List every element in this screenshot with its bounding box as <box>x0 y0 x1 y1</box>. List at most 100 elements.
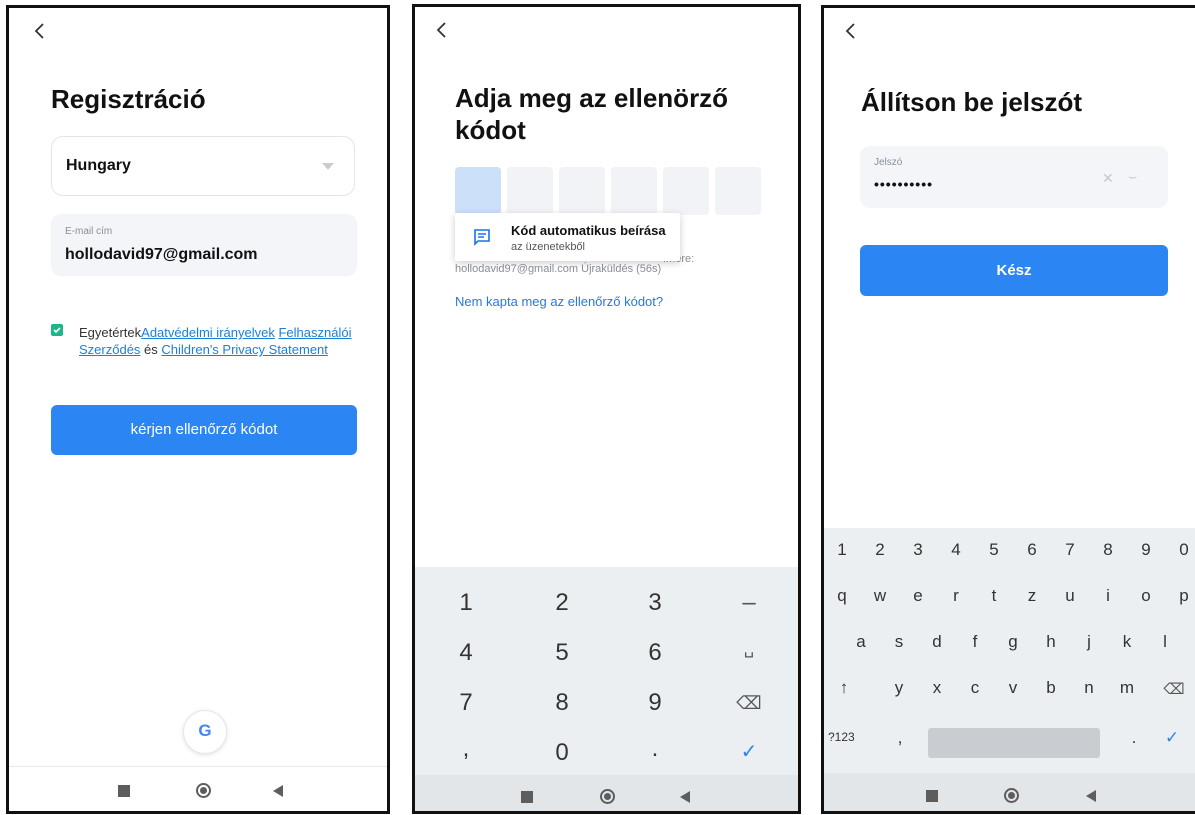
key-s[interactable]: s <box>885 632 913 652</box>
back-nav-icon[interactable] <box>273 785 283 797</box>
space-key[interactable] <box>928 728 1100 758</box>
password-field[interactable]: Jelszó •••••••••• ✕ ⌣ <box>860 146 1168 208</box>
key-e[interactable]: e <box>904 586 932 606</box>
home-icon[interactable] <box>196 783 211 798</box>
code-digit-3[interactable] <box>559 167 605 215</box>
agree-prefix: Egyetértek <box>79 325 142 340</box>
key-3[interactable]: 3 <box>904 540 932 560</box>
key-2[interactable]: 2 <box>532 589 592 617</box>
recents-icon[interactable] <box>118 785 130 797</box>
autofill-suggestion[interactable]: Kód automatikus beírása az üzenetekből <box>455 213 680 261</box>
key-6[interactable]: 6 <box>625 639 685 667</box>
key-8[interactable]: 8 <box>1094 540 1122 560</box>
key-c[interactable]: c <box>961 678 989 698</box>
key-u[interactable]: u <box>1056 586 1084 606</box>
key-7[interactable]: 7 <box>436 689 496 717</box>
key-y[interactable]: y <box>885 678 913 698</box>
key-9[interactable]: 9 <box>1132 540 1160 560</box>
backspace-icon[interactable]: ⌫ <box>1160 680 1188 698</box>
email-label: E-mail cím <box>65 226 113 237</box>
password-value: •••••••••• <box>874 176 934 192</box>
key-a[interactable]: a <box>847 632 875 652</box>
back-icon[interactable] <box>29 20 51 42</box>
children-privacy-link[interactable]: Children's Privacy Statement <box>161 342 328 357</box>
key-7[interactable]: 7 <box>1056 540 1084 560</box>
verification-screen: Adja meg az ellenörző kódot ímére: hollo… <box>412 4 801 814</box>
confirm-key[interactable]: ✓ <box>719 739 779 764</box>
done-button[interactable]: Kész <box>860 245 1168 296</box>
key-comma[interactable]: , <box>886 728 914 748</box>
key-h[interactable]: h <box>1037 632 1065 652</box>
key-j[interactable]: j <box>1075 632 1103 652</box>
key-1[interactable]: 1 <box>436 589 496 617</box>
key-3[interactable]: 3 <box>625 589 685 617</box>
home-icon[interactable] <box>1004 788 1019 803</box>
key-5[interactable]: 5 <box>532 639 592 667</box>
key-8[interactable]: 8 <box>532 689 592 717</box>
code-digit-1[interactable] <box>455 167 501 215</box>
key-l[interactable]: l <box>1151 632 1179 652</box>
key-r[interactable]: r <box>942 586 970 606</box>
key-b[interactable]: b <box>1037 678 1065 698</box>
key-f[interactable]: f <box>961 632 989 652</box>
key-period[interactable]: . <box>1120 728 1148 748</box>
confirm-icon[interactable]: ✓ <box>1158 728 1186 748</box>
back-nav-icon[interactable] <box>1086 790 1096 802</box>
page-title: Regisztráció <box>51 84 206 114</box>
key-o[interactable]: o <box>1132 586 1160 606</box>
chevron-down-icon <box>322 163 334 170</box>
title-line-2: kódot <box>455 115 526 145</box>
key-dash[interactable]: – <box>719 589 779 617</box>
key-g[interactable]: g <box>999 632 1027 652</box>
key-w[interactable]: w <box>866 586 894 606</box>
key-period[interactable]: . <box>625 735 685 763</box>
shift-icon[interactable]: ↑ <box>830 678 858 698</box>
home-icon[interactable] <box>600 789 615 804</box>
message-icon <box>474 229 490 246</box>
recents-icon[interactable] <box>926 790 938 802</box>
key-4[interactable]: 4 <box>436 639 496 667</box>
recents-icon[interactable] <box>521 791 533 803</box>
key-v[interactable]: v <box>999 678 1027 698</box>
key-0[interactable]: 0 <box>532 739 592 767</box>
not-received-link[interactable]: Nem kapta meg az ellenőrző kódot? <box>455 294 663 309</box>
code-digit-5[interactable] <box>663 167 709 215</box>
and-text: és <box>144 342 158 357</box>
key-5[interactable]: 5 <box>980 540 1008 560</box>
back-icon[interactable] <box>431 19 453 41</box>
space-key[interactable]: ␣ <box>719 639 779 659</box>
key-i[interactable]: i <box>1094 586 1122 606</box>
key-n[interactable]: n <box>1075 678 1103 698</box>
code-digit-4[interactable] <box>611 167 657 215</box>
code-digit-2[interactable] <box>507 167 553 215</box>
eye-closed-icon[interactable]: ⌣ <box>1128 168 1137 185</box>
key-m[interactable]: m <box>1113 678 1141 698</box>
back-nav-icon[interactable] <box>680 791 690 803</box>
privacy-policy-link[interactable]: Adatvédelmi irányelvek <box>141 325 275 340</box>
key-t[interactable]: t <box>980 586 1008 606</box>
backspace-key[interactable]: ⌫ <box>719 693 779 714</box>
email-field[interactable]: E-mail cím hollodavid97@gmail.com <box>51 214 357 276</box>
back-icon[interactable] <box>840 20 862 42</box>
key-2[interactable]: 2 <box>866 540 894 560</box>
key-x[interactable]: x <box>923 678 951 698</box>
key-k[interactable]: k <box>1113 632 1141 652</box>
key-comma[interactable]: , <box>436 735 496 763</box>
key-4[interactable]: 4 <box>942 540 970 560</box>
symbols-key[interactable]: ?123 <box>828 730 868 744</box>
request-code-button[interactable]: kérjen ellenőrző kódot <box>51 405 357 455</box>
key-0[interactable]: 0 <box>1170 540 1195 560</box>
country-select[interactable]: Hungary <box>51 136 355 196</box>
key-1[interactable]: 1 <box>828 540 856 560</box>
key-z[interactable]: z <box>1018 586 1046 606</box>
clear-icon[interactable]: ✕ <box>1102 170 1114 187</box>
key-9[interactable]: 9 <box>625 689 685 717</box>
key-p[interactable]: p <box>1170 586 1195 606</box>
key-q[interactable]: q <box>828 586 856 606</box>
code-digit-6[interactable] <box>715 167 761 215</box>
google-login-button[interactable]: G <box>183 710 227 754</box>
key-d[interactable]: d <box>923 632 951 652</box>
agree-checkbox[interactable] <box>51 324 63 336</box>
google-icon: G <box>198 721 212 740</box>
key-6[interactable]: 6 <box>1018 540 1046 560</box>
